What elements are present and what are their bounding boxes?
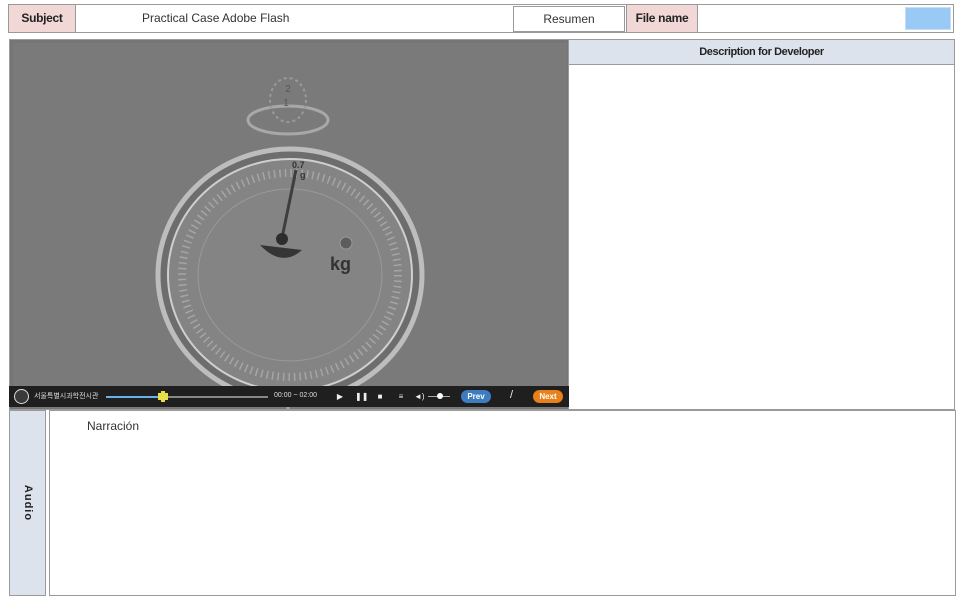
file-name-value (699, 5, 904, 32)
dial-unit-label: kg (330, 254, 351, 274)
audio-narration-panel: Narración (49, 410, 956, 596)
developer-description-panel: Description for Developer (569, 39, 955, 410)
time-display: 00:00 ~ 02:00 (274, 392, 318, 399)
description-title: Description for Developer (569, 40, 954, 65)
menu-icon[interactable]: ≡ (396, 391, 406, 402)
page-separator: / (510, 389, 514, 401)
dial-value-label: 0.7 (292, 160, 305, 170)
narration-text: Narración (87, 419, 140, 433)
top-digit-2: 2 (285, 84, 291, 95)
audio-label: Audio (21, 484, 34, 522)
media-viewer: 2 1 0.7 g kg (9, 39, 569, 410)
volume-icon[interactable]: ◄) (414, 391, 425, 402)
progress-handle-icon[interactable] (157, 391, 169, 402)
stop-icon[interactable]: ■ (375, 391, 385, 402)
media-player-bar: 서울특별시과학전시관 00:00 ~ 02:00 ▶ ❚❚ ■ ≡ ◄) Pre… (9, 386, 569, 407)
museum-logo-text: 서울특별시과학전시관 (34, 393, 99, 400)
action-button[interactable] (905, 7, 951, 30)
museum-logo-icon (14, 389, 29, 404)
progress-fill (106, 396, 163, 398)
dial-gram-label: g (300, 170, 306, 180)
prev-button[interactable]: Prev (461, 390, 491, 403)
play-icon[interactable]: ▶ (335, 391, 345, 402)
pause-icon[interactable]: ❚❚ (355, 391, 368, 402)
volume-knob[interactable] (437, 393, 443, 399)
resumen-button[interactable]: Resumen (513, 6, 625, 32)
subject-value: Practical Case Adobe Flash (142, 11, 290, 25)
file-name-label: File name (626, 5, 698, 32)
subject-label: Subject (9, 5, 76, 32)
next-button[interactable]: Next (533, 390, 563, 403)
top-digit-1: 1 (283, 98, 289, 109)
header-bar: Subject Practical Case Adobe Flash Resum… (8, 4, 954, 33)
scale-image: 2 1 0.7 g kg (10, 40, 568, 409)
audio-label-column: Audio (9, 410, 46, 596)
